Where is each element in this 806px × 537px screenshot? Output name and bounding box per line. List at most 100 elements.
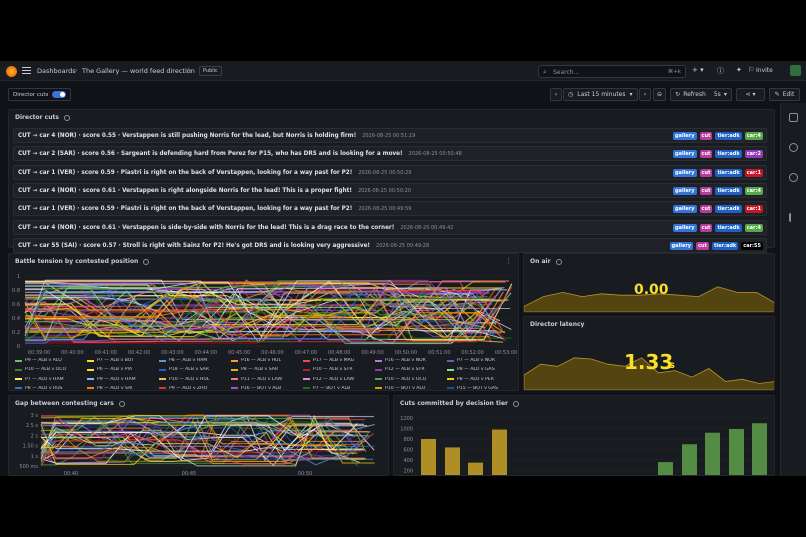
breadcrumb-dashboard-title[interactable]: The Gallery — world feed direction bbox=[82, 67, 195, 75]
grafana-logo-icon[interactable] bbox=[6, 66, 17, 77]
legend-item[interactable]: P18 — ALB v SAR bbox=[159, 367, 209, 372]
director-cuts-toggle-label: Director cuts bbox=[13, 91, 49, 98]
legend-item[interactable]: P10 — ALB v OCO bbox=[15, 367, 66, 372]
tag-gallery[interactable]: gallery bbox=[673, 150, 697, 159]
legend-item[interactable]: P8 — ALO v GAS bbox=[447, 367, 495, 372]
legend-item[interactable]: P12 — ALB v STR bbox=[375, 367, 425, 372]
cut-row[interactable]: CUT → car 55 (SAI) · score 0.57 · Stroll… bbox=[13, 237, 767, 253]
legend-item[interactable]: P16 — ALB v HUL bbox=[231, 358, 281, 363]
tag-car[interactable]: car:2 bbox=[744, 150, 763, 159]
legend-item[interactable]: P12 — ALO v LAW bbox=[303, 377, 354, 382]
director-cuts-toggle[interactable]: Director cuts bbox=[8, 88, 72, 101]
tag-gallery[interactable]: gallery bbox=[673, 168, 697, 177]
y-tick-label: 1200 bbox=[400, 416, 413, 422]
legend-item: P10 — BOT v ALO bbox=[375, 386, 425, 390]
breadcrumb-dashboards[interactable]: Dashboards bbox=[37, 67, 76, 75]
legend-item[interactable]: P10 — BOT v ALO bbox=[375, 386, 425, 390]
edit-button[interactable]: ✎ Edit bbox=[769, 88, 800, 101]
legend-item[interactable]: P7 — ALB v NOR bbox=[447, 358, 495, 363]
zoom-out-button[interactable]: ⊖ bbox=[653, 88, 666, 101]
legend-item[interactable]: P11 — ALO v LAW bbox=[231, 377, 282, 382]
tag-tier[interactable]: tier:adk bbox=[715, 168, 742, 177]
legend-item[interactable]: P16 — BOT v ALB bbox=[231, 386, 281, 390]
cut-row[interactable]: CUT → car 4 (NOR) · score 0.55 · Verstap… bbox=[13, 128, 767, 143]
legend-item[interactable]: P10 — ALO v HUL bbox=[159, 377, 209, 382]
toggle-switch[interactable] bbox=[52, 91, 67, 98]
tag-car[interactable]: car:4 bbox=[744, 186, 763, 195]
tag-car[interactable]: car:1 bbox=[744, 205, 763, 214]
dock-icon[interactable] bbox=[789, 213, 798, 222]
panel-icon[interactable] bbox=[789, 113, 798, 122]
tag-cut[interactable]: cut bbox=[696, 241, 709, 250]
info-icon[interactable] bbox=[789, 173, 798, 182]
tag-cut[interactable]: cut bbox=[699, 186, 713, 195]
legend-item[interactable]: P8 — ALB v SAR bbox=[231, 367, 278, 372]
tag-gallery[interactable]: gallery bbox=[673, 186, 697, 195]
tag-gallery[interactable]: gallery bbox=[673, 223, 697, 232]
star-icon[interactable]: ☆ bbox=[185, 66, 192, 75]
legend-label: P16 — ALB v NOR bbox=[385, 358, 426, 363]
legend-item[interactable]: P15 — BOT v GAS bbox=[447, 386, 498, 390]
legend-item[interactable]: P8 — ALO v PER bbox=[447, 377, 494, 382]
whats-new-icon[interactable]: ✦ bbox=[736, 66, 742, 74]
cut-timestamp: 2026-08-25 00:49:28 bbox=[376, 242, 430, 249]
tag-gallery[interactable]: gallery bbox=[673, 205, 697, 214]
cut-row[interactable]: CUT → car 1 (VER) · score 0.59 · Piastri… bbox=[13, 164, 767, 180]
time-picker-button[interactable]: ◷ Last 15 minutes ▾ bbox=[563, 88, 638, 101]
legend-item[interactable]: P9 — ALO v ZHO bbox=[159, 385, 208, 391]
tag-tier[interactable]: tier:adk bbox=[715, 132, 742, 140]
legend-item[interactable]: P17 — ALB v MAG bbox=[303, 358, 354, 363]
cut-row[interactable]: CUT → car 1 (VER) · score 0.59 · Piastri… bbox=[13, 201, 767, 217]
tag-cut[interactable]: cut bbox=[699, 132, 713, 140]
legend-label: P9 — ALO v ZHO bbox=[169, 385, 208, 391]
legend-item[interactable]: P9 — ALO v HAM bbox=[87, 377, 136, 382]
legend-item[interactable]: P9 — ALB v ALO bbox=[15, 358, 62, 363]
tag-cut[interactable]: cut bbox=[699, 223, 713, 232]
menu-icon[interactable] bbox=[22, 67, 31, 75]
tag-cut[interactable]: cut bbox=[699, 205, 713, 214]
cut-row[interactable]: CUT → car 2 (SAR) · score 0.56 · Sargean… bbox=[13, 146, 767, 162]
help-icon[interactable]: ⓘ bbox=[717, 66, 724, 76]
tag-gallery[interactable]: gallery bbox=[673, 132, 697, 140]
legend-item[interactable]: P10 — ALO v OCO bbox=[375, 377, 426, 382]
avatar[interactable] bbox=[790, 65, 801, 76]
settings-icon[interactable] bbox=[789, 143, 798, 152]
legend-item[interactable]: P10 — ALB v STR bbox=[303, 367, 353, 372]
refresh-button[interactable]: ↻ Refresh 5s ▾ bbox=[670, 88, 732, 101]
tag-tier[interactable]: tier:adk bbox=[715, 186, 742, 195]
tag-tier[interactable]: tier:adk bbox=[715, 150, 742, 159]
invite-button[interactable]: Invite bbox=[756, 67, 773, 74]
legend-item: P16 — ALB v HUL bbox=[231, 358, 281, 363]
tag-tier[interactable]: tier:adk bbox=[715, 205, 742, 214]
legend-item[interactable]: P6 — ALB v PIA bbox=[87, 367, 132, 372]
invite-icon[interactable]: ⚐ bbox=[748, 66, 754, 74]
legend-label: P18 — ALB v SAR bbox=[169, 367, 209, 373]
tag-car[interactable]: car:4 bbox=[744, 132, 763, 140]
legend-item[interactable]: P7 — BOT v ALB bbox=[303, 386, 350, 390]
time-back-button[interactable]: ‹ bbox=[550, 88, 562, 101]
cut-row[interactable]: CUT → car 4 (NOR) · score 0.61 · Verstap… bbox=[13, 182, 767, 198]
tag-cut[interactable]: cut bbox=[699, 150, 713, 159]
tag-car[interactable]: car:4 bbox=[744, 223, 763, 232]
time-forward-button[interactable]: › bbox=[639, 88, 651, 101]
tag-tier[interactable]: tier:adk bbox=[711, 241, 739, 250]
legend-item[interactable]: P8 — ALO v SAI bbox=[87, 386, 133, 390]
tag-car[interactable]: car:55 bbox=[741, 241, 763, 250]
refresh-interval[interactable]: 5s bbox=[714, 91, 721, 98]
tag-car[interactable]: car:1 bbox=[744, 168, 763, 177]
legend-item: P6 — ALB v PIA bbox=[87, 367, 132, 372]
legend-item[interactable]: P7 — ALO v HAM bbox=[15, 377, 64, 382]
info-icon[interactable] bbox=[63, 114, 70, 121]
add-icon[interactable]: + ▾ bbox=[692, 66, 704, 74]
legend-item[interactable]: P16 — ALB v NOR bbox=[375, 358, 426, 363]
tag-gallery[interactable]: gallery bbox=[669, 241, 694, 250]
cut-tags: gallery cut tier:adk car:4 bbox=[673, 186, 763, 195]
share-button[interactable]: ⋖ ▾ bbox=[736, 88, 765, 101]
tag-cut[interactable]: cut bbox=[699, 168, 713, 177]
tag-tier[interactable]: tier:adk bbox=[715, 223, 742, 232]
cut-row[interactable]: CUT → car 4 (NOR) · score 0.61 · Verstap… bbox=[13, 219, 767, 235]
search-input[interactable]: ⌕ Search... ⌘+k bbox=[538, 65, 686, 78]
legend-item[interactable]: P8 — ALB v HAM bbox=[159, 358, 207, 363]
legend-item[interactable]: P8 — ALO v RUS bbox=[15, 386, 62, 390]
legend-item[interactable]: P7 — ALB v BOT bbox=[87, 358, 134, 363]
